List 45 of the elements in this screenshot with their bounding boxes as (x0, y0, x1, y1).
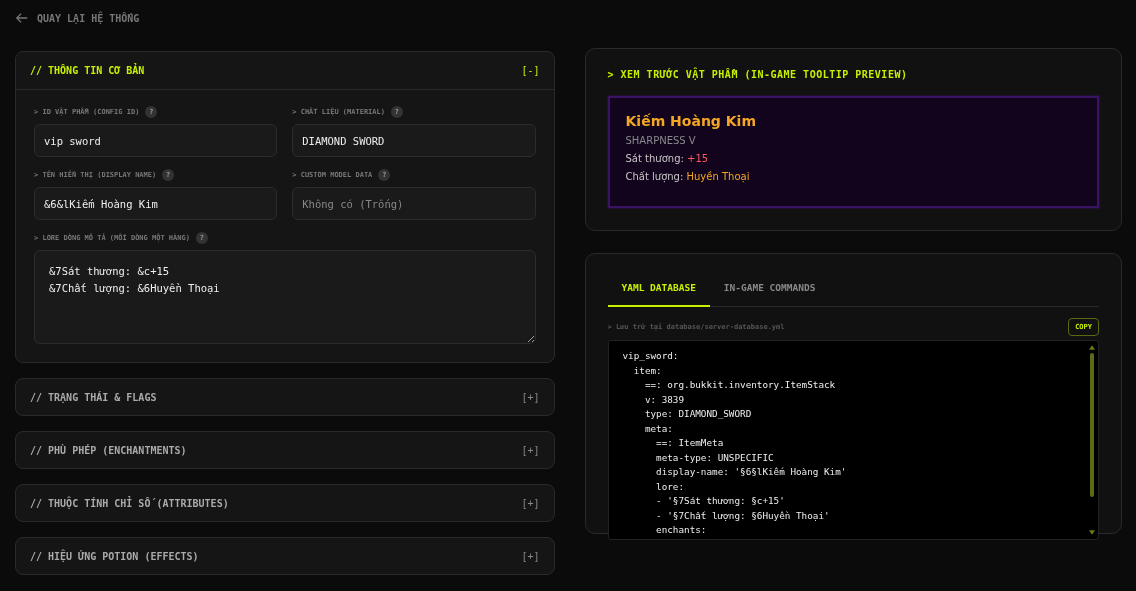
item-name: Kiếm Hoàng Kim (625, 112, 757, 131)
lore-textarea[interactable]: &7Sát thương: &c+15 &7Chất lượng: &6Huyền Thoại (34, 250, 536, 344)
code-line: - '§7Sát thương: §c+15' (655, 494, 786, 508)
code-line: meta-type: UNSPECIFIC (655, 450, 775, 465)
code-line: lore: (655, 479, 686, 494)
input-field[interactable]: vip_sword (34, 124, 278, 157)
section-title: // THÔNG TIN CƠ BẢN (30, 65, 145, 76)
lore-line: Chất lượng: Huyền Thoại (625, 170, 751, 185)
input-field[interactable]: DIAMOND_SWORD (292, 124, 536, 157)
code-line: item: (632, 363, 663, 378)
code-line: type: DIAMOND_SWORD (643, 407, 753, 421)
section-header[interactable]: // PHÙ PHÉP (ENCHANTMENTS) [+] (16, 432, 554, 468)
section-header[interactable]: // THÔNG TIN CƠ BẢN [-] (16, 52, 554, 90)
panel-title: > XEM TRƯỚC VẬT PHẨM (IN-GAME TOOLTIP PREVIEW) (607, 69, 909, 80)
back-link[interactable]: QUAY LẠI HỆ THỐNG (15, 0, 555, 36)
input-field[interactable]: Không có (Trống) (292, 187, 536, 220)
scroll-up-icon[interactable] (1089, 345, 1095, 350)
scrollbar[interactable] (1089, 345, 1095, 535)
code-line: meta: (643, 421, 674, 436)
code-line: enchants: (655, 523, 708, 537)
back-arrow-icon (15, 11, 29, 25)
section-header[interactable]: // THUỘC TÍNH CHỈ SỐ (ATTRIBUTES) [+] (16, 485, 554, 521)
section-title: // PHÙ PHÉP (ENCHANTMENTS) (30, 444, 187, 456)
code-line: display-name: '§6§lKiếm Hoàng Kim' (655, 465, 848, 479)
tab[interactable]: YAML DATABASE (607, 272, 710, 307)
tab[interactable]: IN-GAME COMMANDS (709, 272, 830, 307)
toggle-indicator: [+] (521, 550, 540, 562)
lore-line: Sát thương: +15 (625, 152, 710, 166)
code-line: vip_sword: (622, 349, 680, 363)
section-header[interactable]: // TRẠNG THÁI & FLAGS [+] (16, 379, 554, 415)
input-field[interactable]: &6&lKiếm Hoàng Kim (34, 187, 278, 220)
code-line: ==: org.bukkit.inventory.ItemStack (643, 378, 837, 392)
toggle-indicator: [+] (521, 497, 540, 509)
section-header[interactable]: // HIỆU ỨNG POTION (EFFECTS) [+] (16, 538, 554, 574)
code-line: - '§7Chất lượng: §6Huyền Thoại' (655, 508, 831, 523)
toggle-indicator: [+] (521, 444, 540, 456)
scroll-down-icon[interactable] (1089, 530, 1095, 535)
code-line: ==: ItemMeta (655, 436, 725, 450)
code-line: v: 3839 (643, 392, 686, 407)
section-title: // THUỘC TÍNH CHỈ SỐ (ATTRIBUTES) (30, 497, 229, 509)
section-title: // HIỆU ỨNG POTION (EFFECTS) (30, 550, 199, 562)
toggle-indicator: [-] (521, 65, 540, 76)
lore-line: SHARPNESS V (625, 134, 697, 148)
toggle-indicator: [+] (521, 391, 540, 403)
section-title: // TRẠNG THÁI & FLAGS (30, 391, 157, 403)
